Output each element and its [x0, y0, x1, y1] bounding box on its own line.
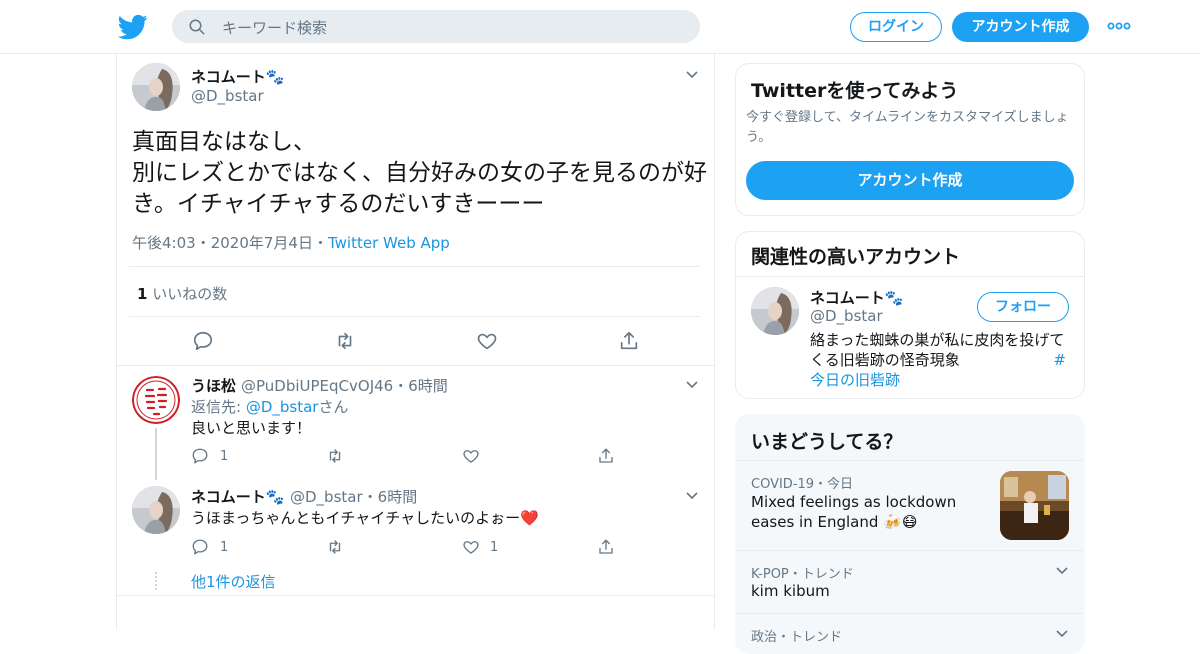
thread-line — [155, 428, 157, 480]
trend-context: 政治・トレンド — [751, 630, 843, 645]
retweet-icon[interactable] — [326, 538, 344, 556]
related-account-bio: 絡まった蜘蛛の巣が私に皮肉を投げて くる旧砦跡の怪奇現象 # 今日の旧砦跡 — [810, 330, 1072, 390]
share-icon[interactable] — [618, 330, 640, 352]
divider — [129, 316, 700, 317]
trend-title: Mixed feelings as lockdown eases in Engl… — [751, 493, 957, 531]
avatar[interactable] — [132, 63, 180, 111]
signup-card-button[interactable]: アカウント作成 — [746, 161, 1074, 200]
reply-to-handle[interactable]: @D_bstar — [246, 398, 319, 416]
related-accounts-card: 関連性の高いアカウント ネコムート🐾 @D_bstar フォロー 絡まった蜘蛛の… — [735, 231, 1085, 399]
reply-author-name[interactable]: うほ松 — [191, 375, 236, 396]
bio-hashtag-link[interactable]: 今日の旧砦跡 — [810, 370, 1072, 390]
reply-count: 1 — [220, 540, 229, 555]
chevron-down-icon[interactable] — [684, 377, 700, 393]
more-replies-link[interactable]: 他1件の返信 — [191, 571, 276, 592]
bio-hashtag-mark[interactable]: # — [1053, 350, 1066, 370]
tweet-text: 真面目なはなし、 別にレズとかではなく、自分好みの女の子を見るのが好き。イチャイ… — [132, 129, 707, 217]
author-handle[interactable]: @D_bstar — [191, 87, 264, 105]
signup-card-title: Twitterを使ってみよう — [751, 80, 959, 102]
bio-line: くる旧砦跡の怪奇現象 — [810, 351, 960, 369]
bio-line-2: くる旧砦跡の怪奇現象 # — [810, 350, 1072, 370]
avatar[interactable] — [132, 486, 180, 534]
reply-time[interactable]: 6時間 — [378, 488, 418, 506]
reply-author-meta: @D_bstar・6時間 — [290, 488, 418, 506]
like-heart-icon[interactable] — [462, 538, 480, 556]
reply-icon[interactable] — [191, 538, 209, 556]
reply-author-meta: @PuDbiUPEqCvOJ46・6時間 — [241, 377, 448, 395]
divider — [736, 276, 1084, 277]
trend-thumbnail[interactable] — [1000, 471, 1069, 540]
share-icon[interactable] — [597, 538, 615, 556]
chevron-down-icon[interactable] — [1054, 626, 1070, 642]
retweet-icon[interactable] — [326, 447, 344, 465]
reply-text: うほまっちゃんともイチャイチャしたいのよぉー❤️ — [191, 509, 539, 527]
search-icon — [188, 18, 206, 36]
reply-author-handle[interactable]: @D_bstar — [290, 488, 363, 506]
chevron-down-icon[interactable] — [684, 67, 700, 83]
reply-time[interactable]: 6時間 — [408, 377, 448, 395]
avatar[interactable] — [751, 287, 799, 335]
reply-like-count: 1 — [490, 540, 499, 555]
signup-button[interactable]: アカウント作成 — [952, 12, 1089, 42]
reply-author-name[interactable]: ネコムート🐾 — [191, 486, 284, 507]
chevron-down-icon[interactable] — [684, 488, 700, 504]
like-label: いいねの数 — [152, 285, 228, 303]
reply-icon[interactable] — [191, 447, 209, 465]
reply-author-handle[interactable]: @PuDbiUPEqCvOJ46 — [241, 377, 393, 395]
trend-item[interactable]: K-POP・トレンド kim kibum — [736, 550, 1084, 613]
reply-text: 良いと思います！ — [191, 419, 312, 437]
thread-dots — [155, 572, 157, 590]
trend-item[interactable]: COVID-19・今日 Mixed feelings as lockdown e… — [736, 460, 1084, 550]
bio-line: 絡まった蜘蛛の巣が私に皮肉を投げて — [810, 331, 1065, 349]
reply-to-suffix: さん — [318, 398, 349, 416]
divider — [129, 266, 700, 267]
retweet-icon[interactable] — [334, 330, 356, 352]
follow-button[interactable]: フォロー — [977, 292, 1069, 322]
login-button[interactable]: ログイン — [850, 12, 942, 42]
tweet-meta: 午後4:03・2020年7月4日・Twitter Web App — [132, 234, 450, 252]
search-placeholder: キーワード検索 — [222, 19, 328, 37]
share-icon[interactable] — [597, 447, 615, 465]
trends-card-title: いまどうしてる？ — [751, 431, 903, 453]
search-box[interactable]: キーワード検索 — [172, 10, 700, 43]
tweet-column: ネコムート🐾 @D_bstar 真面目なはなし、 別にレズとかではなく、自分好み… — [116, 54, 715, 630]
author-name[interactable]: ネコムート🐾 — [191, 66, 284, 87]
chevron-down-icon[interactable] — [1054, 563, 1070, 579]
top-navigation-bar: キーワード検索 ログイン アカウント作成 — [0, 0, 1200, 54]
trend-item[interactable]: 政治・トレンド — [736, 613, 1084, 653]
reply-count: 1 — [220, 449, 229, 464]
trend-context: K-POP・トレンド — [751, 567, 854, 582]
trend-title: kim kibum — [751, 582, 830, 600]
avatar[interactable] — [132, 376, 180, 424]
tweet-source-link[interactable]: Twitter Web App — [328, 234, 450, 252]
trends-card: いまどうしてる？ COVID-19・今日 Mixed feelings as l… — [735, 414, 1085, 654]
like-count: 1 — [137, 285, 148, 303]
likes-summary[interactable]: 1 いいねの数 — [137, 283, 227, 304]
related-account-name[interactable]: ネコムート🐾 — [810, 287, 903, 308]
like-heart-icon[interactable] — [462, 447, 480, 465]
reply-icon[interactable] — [192, 330, 214, 352]
related-account-handle[interactable]: @D_bstar — [810, 307, 883, 325]
like-heart-icon[interactable] — [476, 330, 498, 352]
more-options-icon[interactable] — [1107, 19, 1131, 33]
tweet-date[interactable]: 2020年7月4日 — [211, 234, 313, 252]
tweet-time[interactable]: 午後4:03 — [132, 234, 196, 252]
divider — [117, 365, 714, 366]
signup-card: Twitterを使ってみよう 今すぐ登録して、タイムラインをカスタマイズしましょ… — [735, 63, 1085, 216]
twitter-bird-icon[interactable] — [118, 12, 148, 42]
reply-to-prefix: 返信先: — [191, 398, 246, 416]
trend-context: COVID-19・今日 — [751, 477, 854, 492]
signup-card-desc: 今すぐ登録して、タイムラインをカスタマイズしましょう。 — [746, 110, 1069, 145]
divider — [117, 595, 714, 596]
reply-to-line: 返信先: @D_bstarさん — [191, 396, 348, 417]
related-card-title: 関連性の高いアカウント — [751, 246, 961, 268]
